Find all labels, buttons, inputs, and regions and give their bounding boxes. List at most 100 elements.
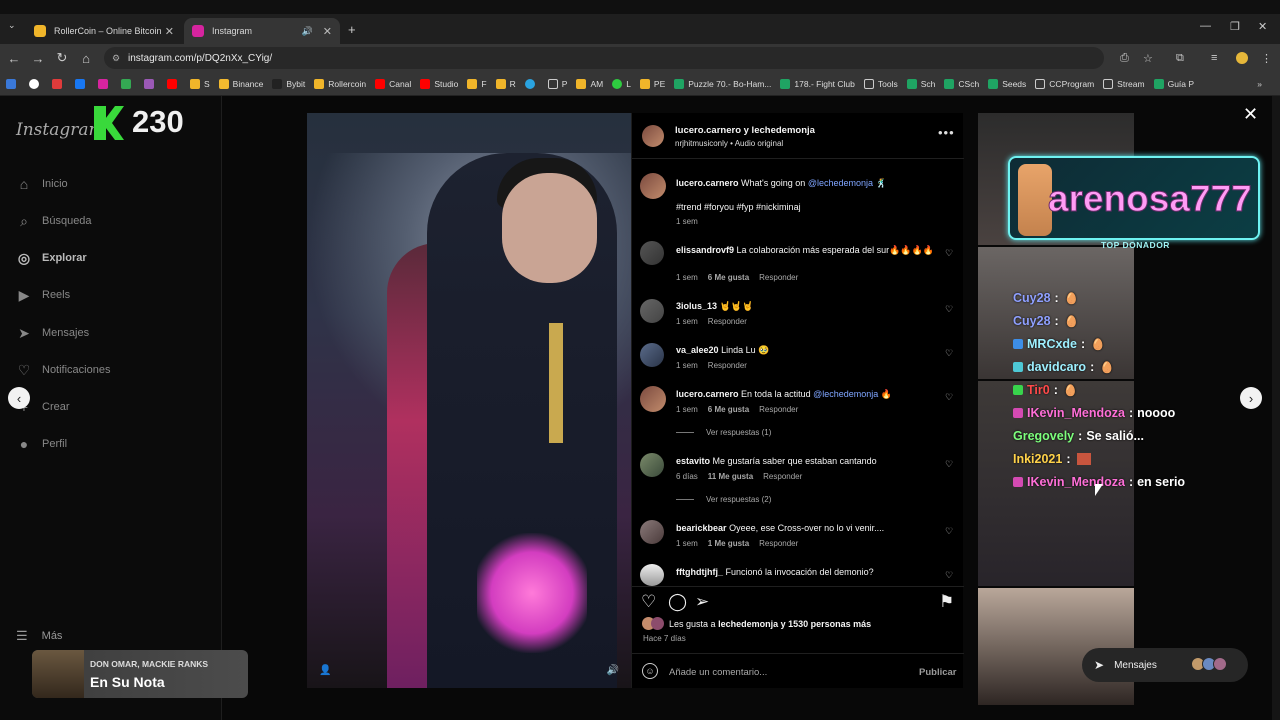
tab-rollercoin[interactable]: RollerCoin – Online Bitcoin Min ✕ xyxy=(26,18,182,44)
bookmark-item[interactable] xyxy=(144,78,158,89)
author-avatar[interactable] xyxy=(642,125,664,147)
browser-menu-icon[interactable]: ⋮ xyxy=(1261,52,1272,65)
comment-user[interactable]: elissandrovf9 xyxy=(676,245,734,255)
more-options-icon[interactable]: ••• xyxy=(938,125,955,140)
sidebar-item-busqueda[interactable]: ⌕ Búsqueda xyxy=(16,211,91,231)
view-replies-button[interactable]: Ver respuestas (2) xyxy=(676,495,771,504)
bookmark-item[interactable]: R xyxy=(495,78,516,89)
save-bookmark-icon[interactable]: ⚑ xyxy=(939,592,954,612)
bookmark-item[interactable] xyxy=(524,78,539,89)
avatar[interactable] xyxy=(640,241,664,265)
bookmark-canal[interactable]: Canal xyxy=(375,78,411,89)
sidebar-item-reels[interactable]: ▶ Reels xyxy=(16,285,71,305)
avatar[interactable] xyxy=(640,343,664,367)
publish-button[interactable]: Publicar xyxy=(919,667,957,678)
like-comment-icon[interactable]: ♡ xyxy=(945,459,953,470)
bookmark-rollercoin[interactable]: Rollercoin xyxy=(314,78,366,89)
sidebar-item-inicio[interactable]: ⌂ Inicio xyxy=(16,174,68,194)
comment-icon[interactable]: ◯ xyxy=(668,592,687,612)
sidebar-item-notificaciones[interactable]: ♡ Notificaciones xyxy=(16,360,111,380)
sidebar-item-mensajes[interactable]: ➤ Mensajes xyxy=(16,323,89,343)
like-icon[interactable]: ♡ xyxy=(641,592,656,612)
maximize-button[interactable]: ❐ xyxy=(1230,20,1240,33)
bookmark-item[interactable] xyxy=(52,78,66,89)
comment-user[interactable]: lucero.carnero xyxy=(676,389,739,399)
mention-link[interactable]: @lechedemonja xyxy=(808,178,873,188)
bookmark-item[interactable]: S xyxy=(190,78,210,89)
more-bookmarks-icon[interactable]: » xyxy=(1257,79,1262,89)
view-replies-button[interactable]: Ver respuestas (1) xyxy=(676,428,771,437)
profile-avatar[interactable] xyxy=(1236,52,1248,64)
forward-icon[interactable]: → xyxy=(26,51,50,66)
bookmark-binance[interactable]: Binance xyxy=(218,78,263,89)
instagram-logo[interactable]: Instagram xyxy=(16,120,105,140)
next-post-button[interactable]: › xyxy=(1240,387,1262,409)
comment-user[interactable]: lucero.carnero xyxy=(676,178,739,188)
bookmark-folder[interactable]: Stream xyxy=(1103,78,1145,89)
site-info-icon[interactable]: ⚙ xyxy=(112,53,120,64)
avatar[interactable] xyxy=(640,564,664,586)
tagged-user-icon[interactable]: 👤 xyxy=(319,665,331,676)
like-comment-icon[interactable]: ♡ xyxy=(945,392,953,403)
bookmark-item[interactable] xyxy=(29,78,43,89)
bookmark-studio[interactable]: Studio xyxy=(420,78,458,89)
avatar[interactable] xyxy=(640,520,664,544)
messages-button[interactable]: ➤ Mensajes xyxy=(1082,648,1248,682)
avatar[interactable] xyxy=(640,173,666,199)
bookmark-sheet[interactable]: Puzzle 70.- Bo-Ham... xyxy=(674,78,771,89)
share-icon[interactable]: ➢ xyxy=(695,592,709,612)
media-control-icon[interactable]: ≡ xyxy=(1211,52,1217,64)
comment-input[interactable]: Añade un comentario... xyxy=(669,667,767,678)
like-comment-icon[interactable]: ♡ xyxy=(945,348,953,359)
new-tab-button[interactable]: + xyxy=(348,22,356,37)
reply-button[interactable]: Responder xyxy=(708,361,747,370)
bookmark-item[interactable] xyxy=(121,78,135,89)
likes-count[interactable]: 11 Me gusta xyxy=(708,472,753,481)
bookmark-folder[interactable]: Tools xyxy=(863,78,898,89)
now-playing-notification[interactable]: DON OMAR, MACKIE RANKS En Su Nota xyxy=(32,650,248,698)
bookmark-item[interactable] xyxy=(167,78,181,89)
bookmark-folder[interactable]: P xyxy=(547,78,567,89)
bookmark-sheet[interactable]: Seeds xyxy=(988,78,1026,89)
bookmark-item[interactable]: AM xyxy=(576,78,603,89)
bookmark-item[interactable] xyxy=(6,78,20,89)
url-field[interactable]: ⚙ instagram.com/p/DQ2nXx_CYig/ xyxy=(104,47,1104,69)
sidebar-item-explorar[interactable]: ◎ Explorar xyxy=(16,248,87,268)
comment-user[interactable]: bearickbear xyxy=(676,523,727,533)
audio-icon[interactable]: 🔊 xyxy=(302,26,313,37)
hashtags[interactable]: #trend #foryou #fyp #nickiminaj xyxy=(676,201,938,214)
bookmark-item[interactable]: F xyxy=(467,78,487,89)
comment-user[interactable]: estavito xyxy=(676,456,710,466)
sidebar-more[interactable]: ☰ Más xyxy=(16,628,62,644)
like-comment-icon[interactable]: ♡ xyxy=(945,304,953,315)
reply-button[interactable]: Responder xyxy=(759,405,798,414)
bookmark-item[interactable] xyxy=(75,78,89,89)
post-video[interactable]: 👤 🔊 xyxy=(307,113,631,688)
page-scrollbar[interactable] xyxy=(1272,96,1280,720)
bookmark-bybit[interactable]: Bybit xyxy=(272,78,305,89)
close-icon[interactable]: ✕ xyxy=(1243,104,1258,125)
minimize-button[interactable]: — xyxy=(1200,20,1211,32)
grid-thumbnail[interactable] xyxy=(978,588,1134,705)
mention-link[interactable]: @lechedemonja xyxy=(813,389,878,399)
bookmark-sheet[interactable]: Guía P xyxy=(1153,78,1194,89)
previous-post-button[interactable]: ‹ xyxy=(8,387,30,409)
reply-button[interactable]: Responder xyxy=(763,472,802,481)
emoji-icon[interactable]: ☺ xyxy=(642,663,658,679)
post-authors[interactable]: lucero.carnero y lechedemonja xyxy=(675,125,815,136)
install-app-icon[interactable]: ⎙ xyxy=(1120,52,1129,65)
bookmark-folder[interactable]: CCProgram xyxy=(1035,78,1094,89)
avatar[interactable] xyxy=(640,299,664,323)
like-comment-icon[interactable]: ♡ xyxy=(945,526,953,537)
post-audio[interactable]: nrjhitmusiconly • Audio original xyxy=(675,139,783,148)
home-icon[interactable]: ⌂ xyxy=(74,51,98,66)
tab-search-icon[interactable]: ⌄ xyxy=(8,20,16,31)
tab-close-icon[interactable]: ✕ xyxy=(323,25,332,38)
reply-button[interactable]: Responder xyxy=(759,539,798,548)
sidebar-item-perfil[interactable]: ● Perfil xyxy=(16,434,67,454)
bookmark-sheet[interactable]: 178.- Fight Club xyxy=(780,78,855,89)
likes-summary[interactable]: Les gusta a lechedemonja y 1530 personas… xyxy=(669,619,871,629)
reply-button[interactable]: Responder xyxy=(759,273,798,282)
reply-button[interactable]: Responder xyxy=(708,317,747,326)
close-window-button[interactable]: ✕ xyxy=(1258,20,1267,33)
